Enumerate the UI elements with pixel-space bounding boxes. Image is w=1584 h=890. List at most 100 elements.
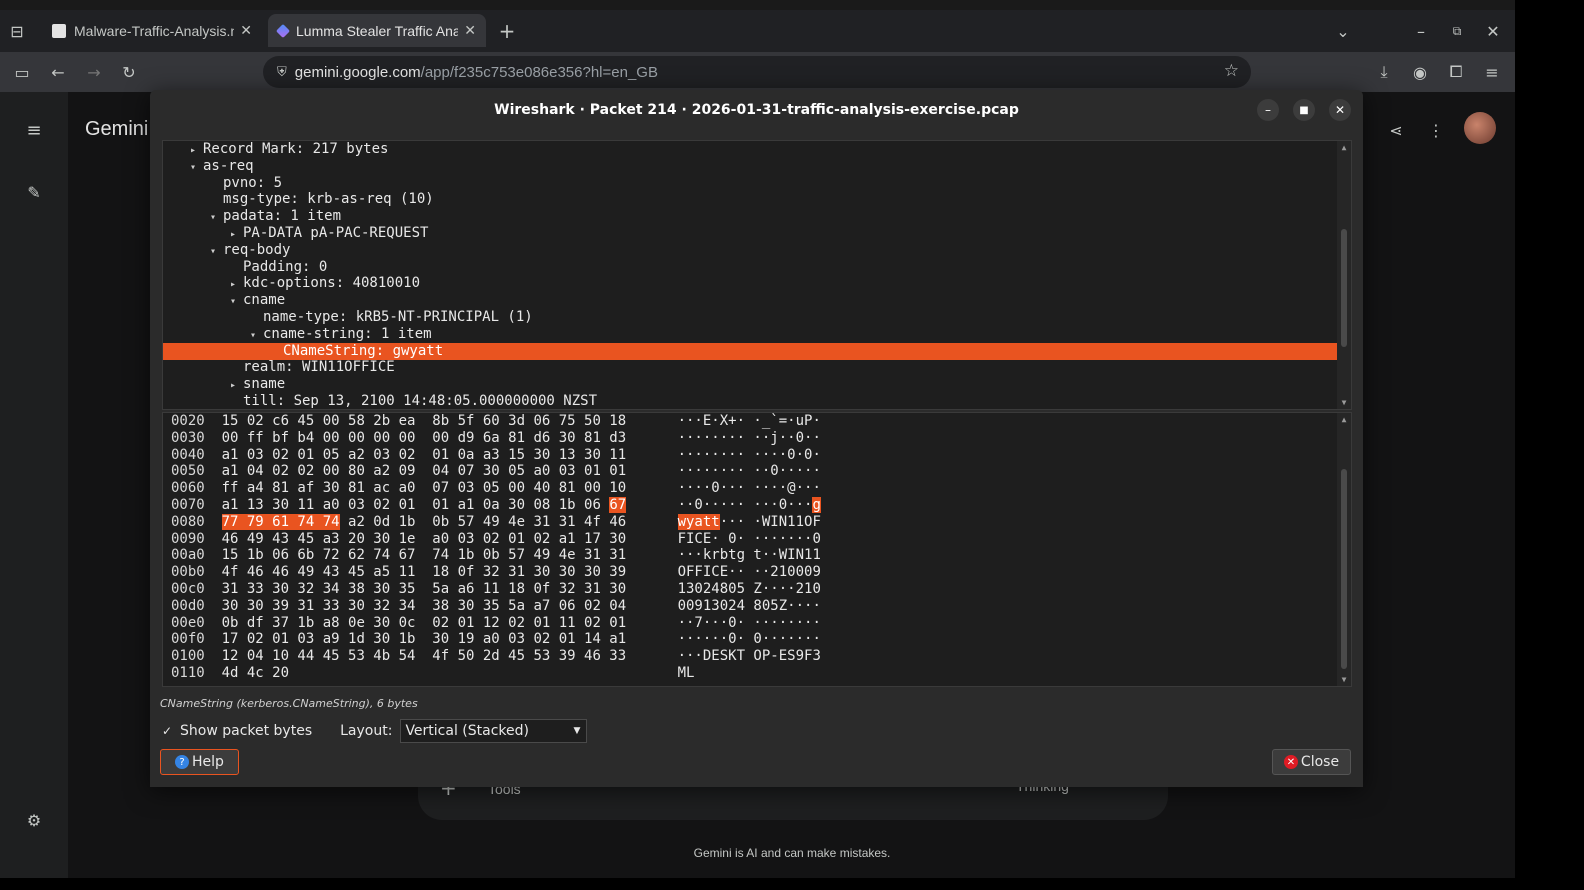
- expanded-arrow-icon[interactable]: ▾: [203, 243, 223, 260]
- hex-row[interactable]: 0060 ff a4 81 af 30 81 ac a0 07 03 05 00…: [171, 480, 821, 497]
- settings-gear-icon[interactable]: ⚙: [22, 808, 46, 832]
- hex-row[interactable]: 0040 a1 03 02 01 05 a2 03 02 01 0a a3 15…: [171, 447, 821, 464]
- expanded-arrow-icon[interactable]: ▾: [223, 293, 243, 310]
- tree-row[interactable]: Padding: 0: [163, 259, 1337, 276]
- tree-row[interactable]: ▾ req-body: [163, 242, 1337, 259]
- hex-offset: 00c0: [171, 581, 205, 597]
- tree-row[interactable]: ▸ sname: [163, 376, 1337, 393]
- close-window-icon[interactable]: ✕: [1482, 20, 1504, 42]
- hex-row[interactable]: 00a0 15 1b 06 6b 72 62 74 67 74 1b 0b 57…: [171, 547, 821, 564]
- collapsed-arrow-icon[interactable]: ▸: [223, 377, 243, 394]
- hex-row[interactable]: 00c0 31 33 30 32 34 38 30 35 5a a6 11 18…: [171, 581, 821, 598]
- collapsed-arrow-icon[interactable]: ▸: [223, 226, 243, 243]
- hex-row[interactable]: 0020 15 02 c6 45 00 58 2b ea 8b 5f 60 3d…: [171, 413, 821, 430]
- bytes-scrollbar[interactable]: ▲ ▼: [1337, 413, 1351, 686]
- dialog-close-button[interactable]: ✕: [1329, 99, 1351, 121]
- tree-row[interactable]: msg-type: krb-as-req (10): [163, 191, 1337, 208]
- share-icon[interactable]: ⋖: [1384, 118, 1408, 142]
- collapsed-arrow-icon[interactable]: ▸: [223, 276, 243, 293]
- profile-icon[interactable]: ◉: [1408, 60, 1432, 84]
- hex-row[interactable]: 00b0 4f 46 46 49 43 45 a5 11 18 0f 32 31…: [171, 564, 821, 581]
- scroll-down-icon[interactable]: ▼: [1337, 398, 1351, 407]
- hex-ascii: 00913024 805Z····: [678, 598, 821, 614]
- more-options-icon[interactable]: ⋮: [1424, 118, 1448, 142]
- tree-row[interactable]: ▾ as-req: [163, 158, 1337, 175]
- tree-row[interactable]: name-type: kRB5-NT-PRINCIPAL (1): [163, 309, 1337, 326]
- hex-ascii: ······0· 0·······: [678, 631, 821, 647]
- expanded-arrow-icon[interactable]: ▾: [243, 327, 263, 344]
- scroll-thumb[interactable]: [1341, 229, 1347, 347]
- dialog-minimize-button[interactable]: –: [1257, 99, 1279, 121]
- hex-row[interactable]: 0080 77 79 61 74 74 a2 0d 1b 0b 57 49 4e…: [171, 513, 821, 531]
- address-bar[interactable]: ⛨ gemini.google.com/app/f235c753e086e356…: [263, 56, 1251, 88]
- expanded-arrow-icon[interactable]: ▾: [203, 209, 223, 226]
- tree-row[interactable]: ▸ Record Mark: 217 bytes: [163, 141, 1337, 158]
- site-info-icon[interactable]: ⛨: [277, 64, 287, 80]
- hex-ascii: ··0····· ···0···g: [678, 497, 821, 513]
- forward-arrow-icon[interactable]: →: [82, 60, 106, 84]
- url-path: /app/f235c753e086e356?hl=en_GB: [420, 63, 658, 81]
- hex-row[interactable]: 0100 12 04 10 44 45 53 4b 54 4f 50 2d 45…: [171, 648, 821, 665]
- ascii-text: 00913024 805Z····: [677, 597, 821, 614]
- hex-bytes-text: 31 33 30 32 34 38 30 35 5a a6 11 18 0f 3…: [221, 581, 627, 597]
- collapsed-arrow-icon[interactable]: ▸: [183, 142, 203, 159]
- tab-list-chevron-icon[interactable]: ⌄: [1332, 20, 1354, 42]
- new-chat-icon[interactable]: ✎: [22, 180, 46, 204]
- hex-bytes-text: 17 02 01 03 a9 1d 30 1b 30 19 a0 03 02 0…: [221, 631, 627, 648]
- tab-close-icon[interactable]: ✕: [240, 23, 252, 39]
- close-button[interactable]: ✕ Close: [1272, 749, 1351, 775]
- tree-row[interactable]: ▸ PA-DATA pA-PAC-REQUEST: [163, 225, 1337, 242]
- hex-bytes-text: ff a4 81 af 30 81 ac a0 07 03 05 00 40 8…: [221, 480, 627, 497]
- bookmark-star-icon[interactable]: ☆: [1224, 61, 1239, 81]
- hex-row[interactable]: 00e0 0b df 37 1b a8 0e 30 0c 02 01 12 02…: [171, 615, 821, 632]
- packet-bytes-pane[interactable]: ▲ ▼ 0020 15 02 c6 45 00 58 2b ea 8b 5f 6…: [162, 412, 1352, 687]
- extensions-icon[interactable]: ⧠: [1444, 60, 1468, 84]
- tree-row[interactable]: ▾ cname: [163, 292, 1337, 309]
- hex-row[interactable]: 00d0 30 30 39 31 33 30 32 34 38 30 35 5a…: [171, 598, 821, 615]
- hex-bytes-text: a1 03 02 01 05 a2 03 02 01 0a a3 15 30 1…: [221, 446, 627, 463]
- tab-title: Malware-Traffic-Analysis.net: [74, 22, 235, 39]
- new-tab-button[interactable]: +: [496, 19, 518, 43]
- tree-row[interactable]: ▾ padata: 1 item: [163, 208, 1337, 225]
- hex-row[interactable]: 00f0 17 02 01 03 a9 1d 30 1b 30 19 a0 03…: [171, 631, 821, 648]
- hex-row[interactable]: 0030 00 ff bf b4 00 00 00 00 00 d9 6a 81…: [171, 430, 821, 447]
- scroll-down-icon[interactable]: ▼: [1337, 675, 1351, 684]
- restore-window-icon[interactable]: ⧉: [1446, 20, 1468, 42]
- hex-row[interactable]: 0050 a1 04 02 02 00 80 a2 09 04 07 30 05…: [171, 463, 821, 480]
- hex-row[interactable]: 0110 4d 4c 20 ML: [171, 665, 694, 682]
- tree-scrollbar[interactable]: ▲ ▼: [1337, 141, 1351, 409]
- minimize-window-icon[interactable]: –: [1410, 20, 1432, 42]
- tree-row[interactable]: CNameString: gwyatt: [163, 342, 1337, 360]
- hex-row[interactable]: 0090 46 49 43 45 a3 20 30 1e a0 03 02 01…: [171, 531, 821, 548]
- tree-row[interactable]: ▸ kdc-options: 40810010: [163, 275, 1337, 292]
- reload-icon[interactable]: ↻: [117, 60, 141, 84]
- scroll-thumb[interactable]: [1341, 469, 1347, 669]
- avatar[interactable]: [1464, 112, 1496, 144]
- tab-close-icon[interactable]: ✕: [464, 23, 476, 39]
- hex-offset: 0070: [171, 497, 205, 513]
- scroll-up-icon[interactable]: ▲: [1337, 415, 1351, 424]
- menu-icon[interactable]: ≡: [1480, 60, 1504, 84]
- downloads-icon[interactable]: ⤓: [1372, 60, 1396, 84]
- hex-row[interactable]: 0070 a1 13 30 11 a0 03 02 01 01 a1 0a 30…: [171, 497, 821, 514]
- tab-malware-traffic[interactable]: Malware-Traffic-Analysis.net ✕: [42, 14, 262, 47]
- hex-bytes: 0b df 37 1b a8 0e 30 0c 02 01 12 02 01 1…: [222, 615, 678, 632]
- show-bytes-checkbox[interactable]: ✓: [160, 724, 174, 738]
- tab-search-icon[interactable]: ⊟: [6, 20, 28, 42]
- help-button[interactable]: ? Help: [160, 749, 239, 775]
- sidebar-toggle-icon[interactable]: ▭: [10, 60, 34, 84]
- tab-lumma-stealer[interactable]: Lumma Stealer Traffic Analysis ✕: [268, 14, 486, 47]
- tree-row[interactable]: pvno: 5: [163, 175, 1337, 192]
- tree-row[interactable]: realm: WIN11OFFICE: [163, 359, 1337, 376]
- packet-details-tree[interactable]: ▲ ▼ ▸ Record Mark: 217 bytes ▾ as-req pvno: …: [162, 140, 1352, 410]
- hex-bytes-text: a1 13 30 11 a0 03 02 01 01 a1 0a 30 08 1…: [221, 497, 610, 513]
- scroll-up-icon[interactable]: ▲: [1337, 143, 1351, 152]
- hamburger-menu-icon[interactable]: ≡: [22, 118, 46, 142]
- dialog-maximize-button[interactable]: ■: [1293, 99, 1315, 121]
- ascii-text: OFFICE·· ··210009: [677, 564, 821, 581]
- tree-row[interactable]: ▾ cname-string: 1 item: [163, 326, 1337, 343]
- tree-row[interactable]: till: Sep 13, 2100 14:48:05.000000000 NZ…: [163, 393, 1337, 409]
- layout-select[interactable]: Vertical (Stacked) ▼: [400, 719, 588, 743]
- back-arrow-icon[interactable]: ←: [46, 60, 70, 84]
- expanded-arrow-icon[interactable]: ▾: [183, 159, 203, 176]
